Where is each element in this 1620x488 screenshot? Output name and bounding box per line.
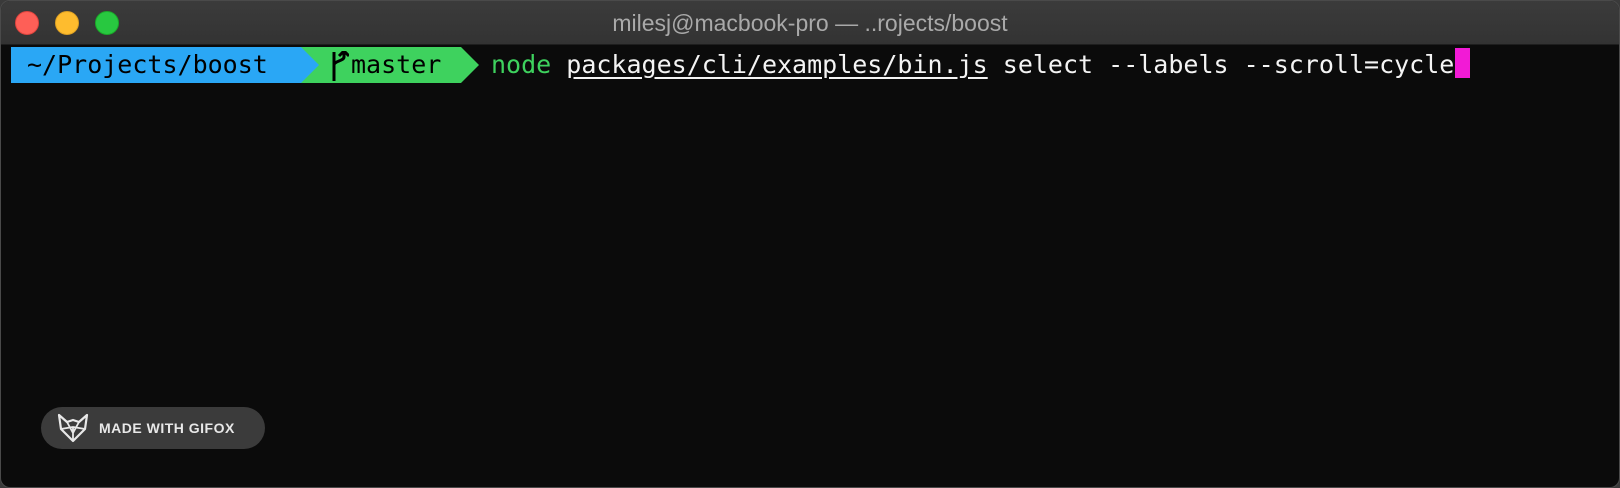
git-branch-icon: [332, 51, 349, 81]
prompt-branch-name: master: [351, 50, 442, 79]
command-program: node: [491, 50, 552, 79]
window-title: milesj@macbook-pro — ..rojects/boost: [612, 10, 1008, 36]
prompt-end-separator: [461, 47, 479, 83]
prompt-separator: [301, 47, 319, 83]
command-args: select --labels --scroll=cycle: [1002, 50, 1455, 79]
title-bar[interactable]: milesj@macbook-pro — ..rojects/boost: [1, 1, 1619, 45]
watermark-label: MADE WITH GIFOX: [99, 420, 235, 436]
gifox-watermark: MADE WITH GIFOX: [41, 407, 265, 449]
terminal-window: milesj@macbook-pro — ..rojects/boost ~/P…: [0, 0, 1620, 488]
command-script-path[interactable]: packages/cli/examples/bin.js: [566, 50, 987, 79]
prompt-path-segment: ~/Projects/boost: [11, 47, 301, 83]
text-cursor: [1455, 48, 1471, 78]
command-input[interactable]: node packages/cli/examples/bin.js select…: [491, 47, 1471, 83]
fox-icon: [57, 413, 89, 443]
terminal-line[interactable]: ~/Projects/boost master node packages/cl…: [11, 47, 1609, 83]
